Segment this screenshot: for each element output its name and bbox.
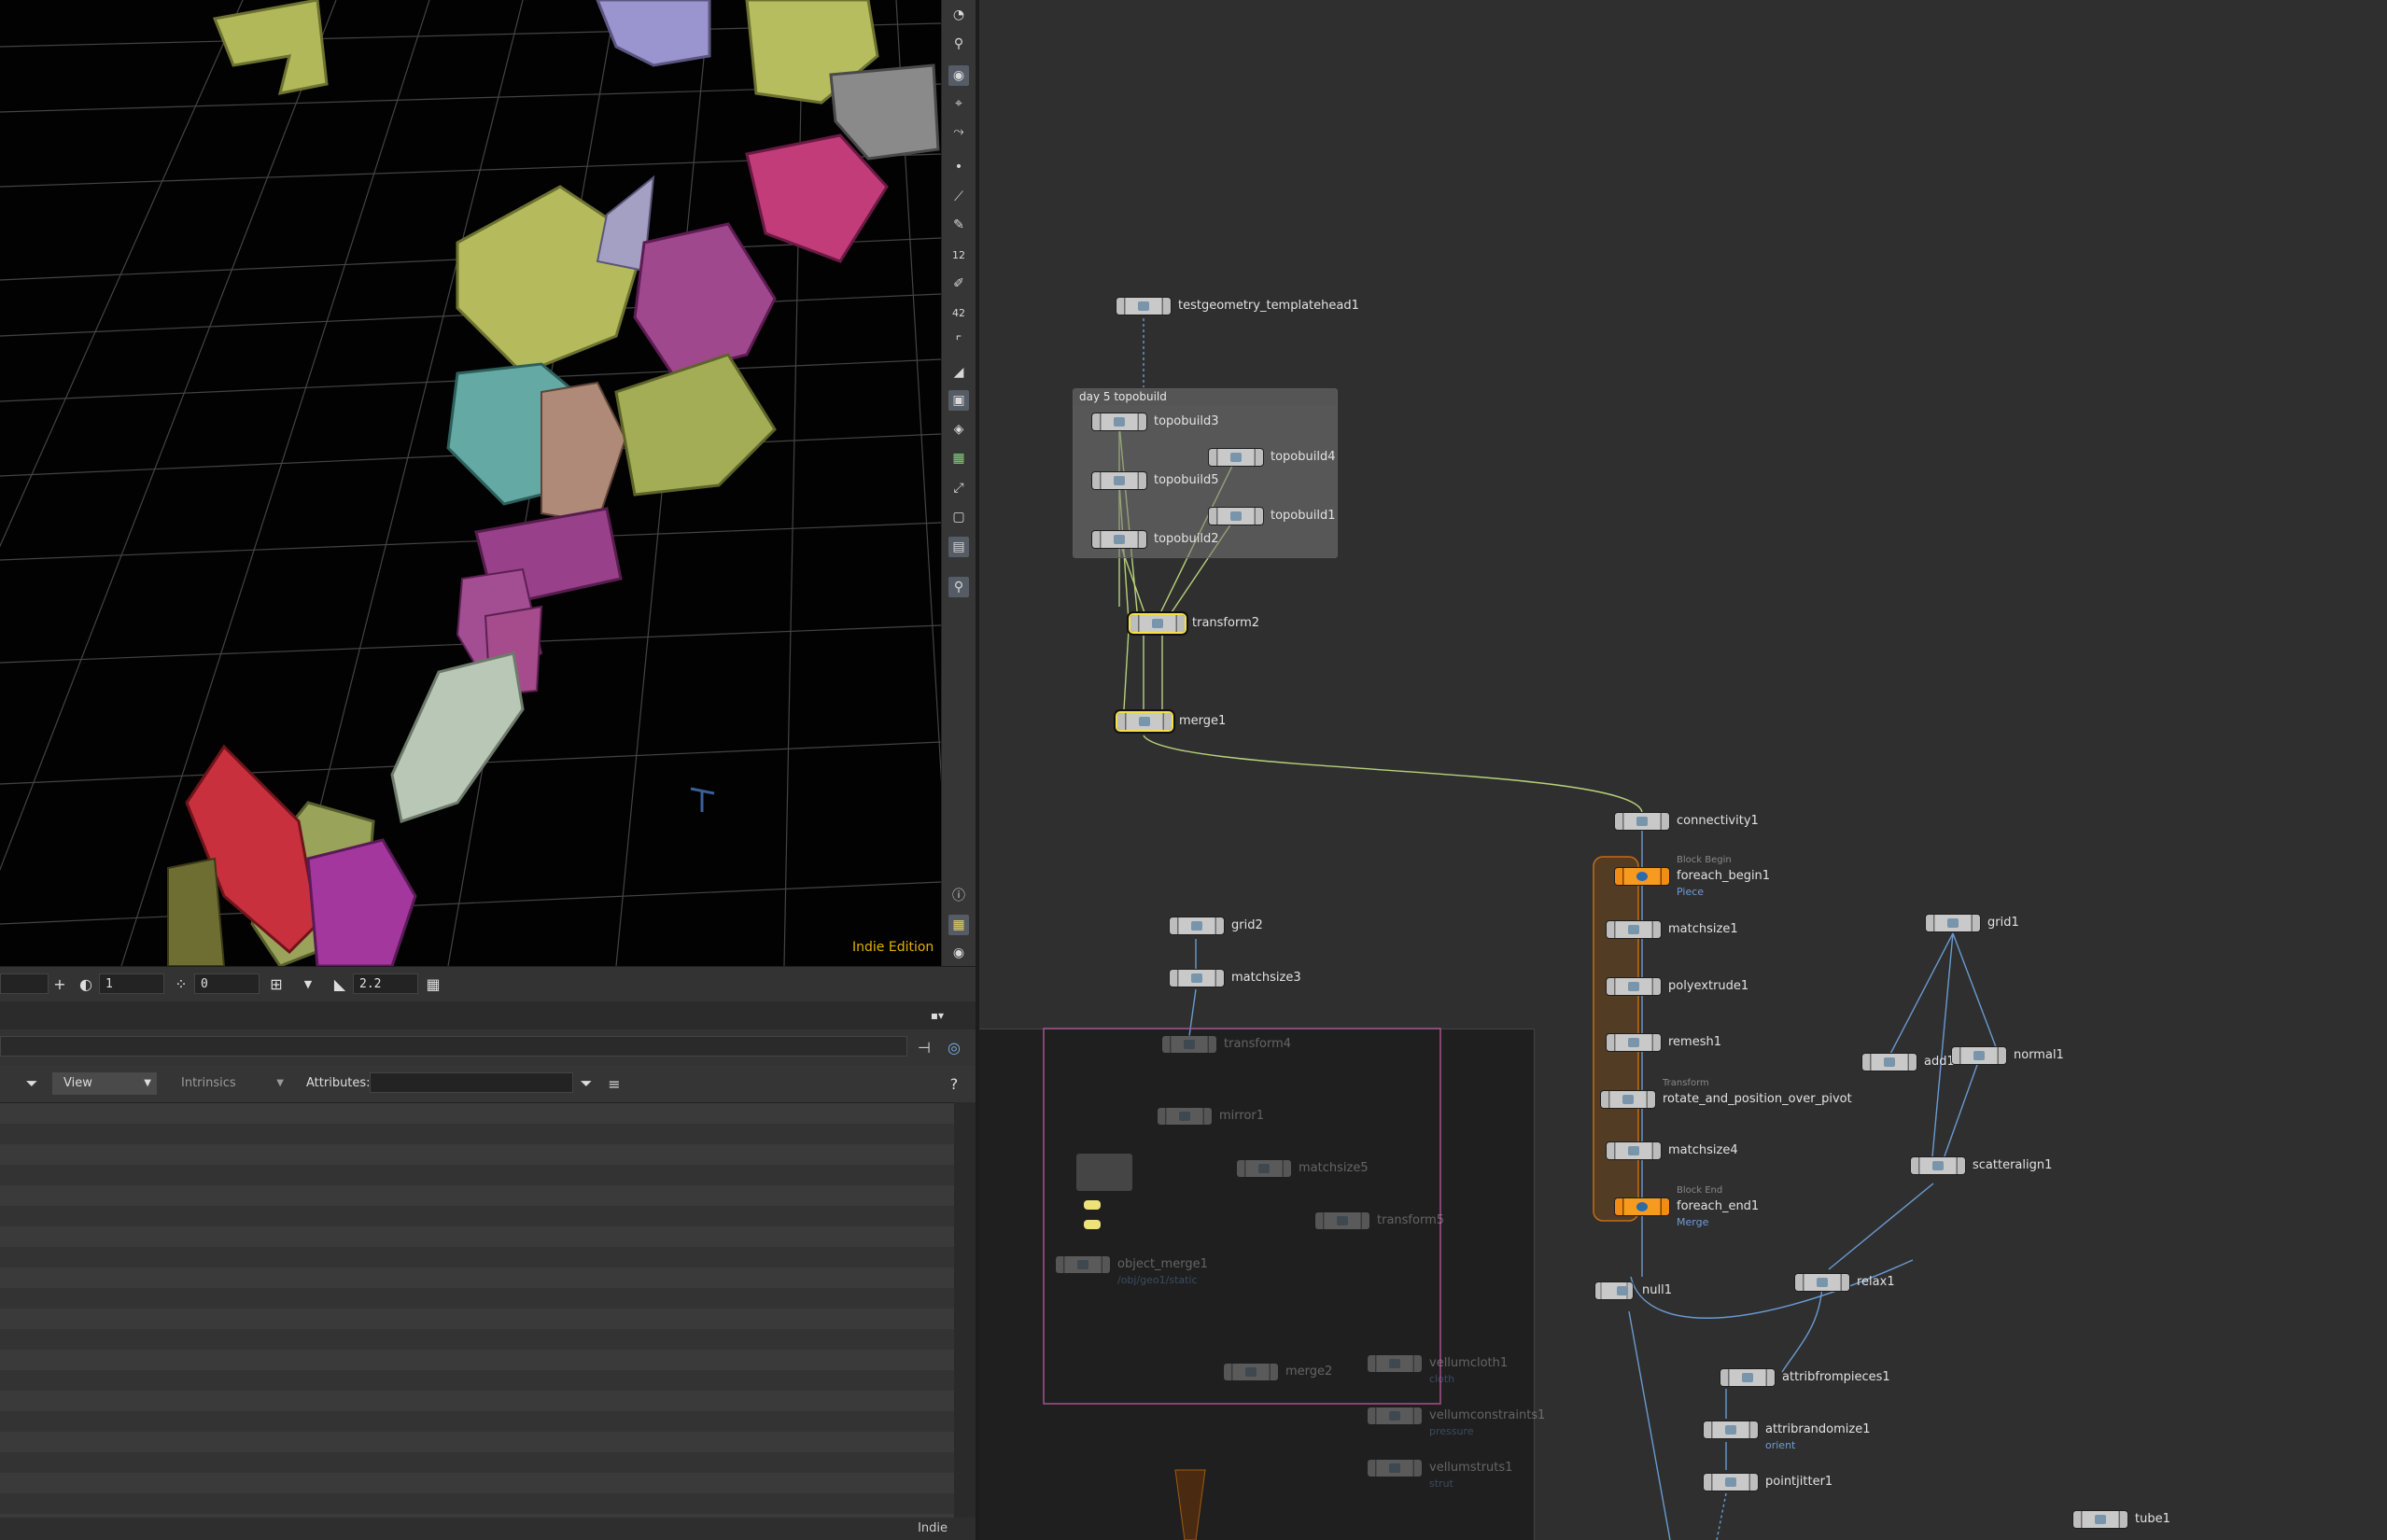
layer-icon[interactable]: ◈ bbox=[948, 419, 969, 440]
yellow-dot-marker bbox=[1084, 1200, 1101, 1210]
edge-icon[interactable]: ⟋ bbox=[948, 187, 969, 207]
viewport-bottom-bar: + ◐ 1 ⁘ 0 ⊞ ▼ ◣ 2.2 ▦ bbox=[0, 966, 976, 1003]
handle-icon[interactable]: ⤳ bbox=[948, 121, 969, 142]
filter-icon[interactable]: ⏷ bbox=[575, 1072, 597, 1095]
spreadsheet-footer: Indie bbox=[0, 1518, 976, 1540]
spreadsheet-rows[interactable] bbox=[0, 1102, 954, 1519]
indie-label: Indie bbox=[918, 1521, 948, 1535]
gamma-icon[interactable]: ◣ bbox=[329, 973, 351, 995]
brush-icon[interactable]: ✎ bbox=[948, 215, 969, 235]
filter-icon[interactable]: ⏷ bbox=[21, 1072, 43, 1095]
grid-view-icon[interactable]: ▦ bbox=[948, 915, 969, 935]
wire bbox=[1716, 1492, 1727, 1540]
foreach-bracket-shape bbox=[1174, 1469, 1206, 1540]
view-label: View bbox=[63, 1076, 92, 1090]
snap-icon[interactable]: ⌖ bbox=[948, 93, 969, 114]
cut-icon[interactable]: ◢ bbox=[948, 362, 969, 383]
pin-icon[interactable]: ⊣ bbox=[913, 1036, 935, 1058]
chevron-down-icon: ▼ bbox=[144, 1078, 151, 1088]
wire bbox=[1628, 1310, 1671, 1540]
spreadsheet-scrollbar[interactable] bbox=[954, 1102, 976, 1518]
render-icon[interactable]: ▤ bbox=[948, 537, 969, 557]
spreadsheet-toolbar: ⏷ View ▼ Intrinsics ▼ Attributes: ⏷ ≡ ? bbox=[0, 1065, 976, 1102]
indie-edition-watermark: Indie Edition bbox=[852, 940, 934, 955]
viewport-canvas bbox=[0, 0, 941, 966]
intrinsics-dropdown[interactable]: Intrinsics ▼ bbox=[168, 1072, 289, 1095]
wire bbox=[1123, 629, 1130, 710]
wire bbox=[1781, 1285, 1823, 1373]
value-field-1[interactable]: 1 bbox=[99, 973, 164, 994]
light-icon[interactable]: ◔ bbox=[948, 5, 969, 25]
camera-light-icon[interactable]: ⚲ bbox=[948, 34, 969, 54]
plus-button[interactable]: + bbox=[49, 973, 71, 995]
gamma-field[interactable]: 2.2 bbox=[353, 973, 418, 994]
display-options-icon[interactable]: ◉ bbox=[948, 65, 969, 86]
exposure-icon[interactable]: ⊞ bbox=[265, 973, 288, 995]
angle-icon[interactable]: ⌜ bbox=[948, 331, 969, 352]
info-icon[interactable]: ⓘ bbox=[948, 885, 969, 905]
spreadsheet-tabbar: ▪▾ bbox=[0, 1001, 976, 1029]
pin-icon[interactable]: ⚲ bbox=[948, 577, 969, 597]
box-icon[interactable]: ▢ bbox=[948, 507, 969, 527]
dots-icon[interactable]: ⁘ bbox=[170, 973, 192, 995]
node-path-field[interactable] bbox=[0, 1036, 907, 1057]
number-12-icon[interactable]: 12 bbox=[948, 245, 969, 265]
attributes-label: Attributes: bbox=[306, 1076, 371, 1090]
wire bbox=[1940, 1061, 1979, 1168]
sticky-note[interactable] bbox=[1076, 1154, 1132, 1191]
eye-icon[interactable]: ◉ bbox=[948, 943, 969, 963]
network-box-title: day 5 topobuild bbox=[1074, 389, 1337, 405]
network-editor[interactable]: day 5 topobuild testgeometry_templatehea… bbox=[979, 0, 2387, 1540]
dropdown-arrow-icon[interactable]: ▼ bbox=[297, 973, 319, 995]
lut-icon[interactable]: ▦ bbox=[422, 973, 444, 995]
wires-layer bbox=[1043, 313, 2001, 1540]
yellow-dot-marker bbox=[1084, 1220, 1101, 1229]
view-dropdown[interactable]: View ▼ bbox=[52, 1072, 157, 1095]
pick-icon[interactable]: ⤢ bbox=[948, 478, 969, 498]
help-button[interactable]: ? bbox=[943, 1072, 965, 1095]
wire bbox=[1143, 735, 1643, 813]
pane-menu-icon[interactable]: ▪▾ bbox=[926, 1004, 948, 1027]
point-icon[interactable]: • bbox=[948, 157, 969, 177]
map-icon[interactable]: ▦ bbox=[948, 448, 969, 469]
wire bbox=[1952, 932, 2001, 1060]
attributes-filter-input[interactable] bbox=[370, 1072, 573, 1093]
scene-viewport[interactable]: Indie Edition bbox=[0, 0, 941, 966]
frame-field[interactable] bbox=[0, 973, 49, 994]
spreadsheet-path-bar: ⊣ ◎ bbox=[0, 1029, 976, 1066]
value-field-2[interactable]: 0 bbox=[194, 973, 260, 994]
wire bbox=[1828, 1183, 1934, 1270]
contrast-icon[interactable]: ◐ bbox=[75, 973, 97, 995]
paint-icon[interactable]: ✐ bbox=[948, 273, 969, 294]
xray-icon[interactable]: ▣ bbox=[948, 390, 969, 411]
column-options-icon[interactable]: ≡ bbox=[603, 1072, 625, 1095]
viewport-display-toolbar: ◔ ⚲ ◉ ⌖ ⤳ • ⟋ ✎ 12 ✐ 42 ⌜ ◢ ▣ ◈ ▦ ⤢ ▢ ▤ … bbox=[941, 0, 976, 966]
chevron-down-icon: ▼ bbox=[276, 1078, 284, 1088]
number-42-icon[interactable]: 42 bbox=[948, 302, 969, 323]
link-icon[interactable]: ◎ bbox=[943, 1036, 965, 1058]
scattered-shapes bbox=[167, 0, 940, 966]
intrinsics-label: Intrinsics bbox=[181, 1076, 236, 1090]
